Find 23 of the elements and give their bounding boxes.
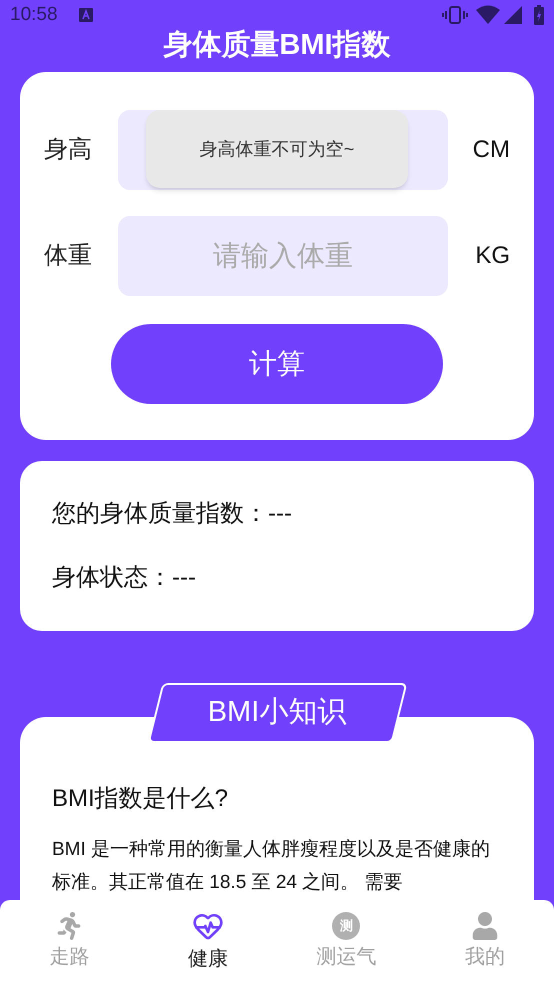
nav-tab[interactable]: 我的: [416, 900, 554, 984]
result-text: 身体状态：---: [52, 563, 197, 593]
battery-icon: [534, 5, 544, 25]
nav-tab[interactable]: 测 测运气: [277, 900, 416, 984]
field-label: 身高: [44, 135, 93, 165]
wifi-icon: [476, 5, 500, 25]
knowledge-heading: BMI指数是什么?: [52, 784, 230, 814]
unit-label: CM: [472, 135, 510, 165]
nav-tab[interactable]: 走路: [0, 900, 138, 984]
signal-icon: [504, 6, 522, 24]
knowledge-paragraph: BMI 是一种常用的衡量人体胖瘦程度以及是否健康的标准。其正常值在 18.5 至 24 之间。 需要: [52, 838, 492, 895]
unit-label: KG: [474, 241, 510, 271]
error-toast: 身高体重不可为空~: [146, 110, 408, 188]
keyboard-icon: [78, 7, 94, 23]
page-title: 身体质量BMI指数: [163, 28, 391, 63]
status-time: 10:58: [10, 2, 58, 27]
vibrate-icon: [442, 6, 468, 24]
calculate-button[interactable]: 计算: [111, 324, 443, 404]
nav-tab[interactable]: 健康: [138, 900, 277, 984]
result-text: 您的身体质量指数：---: [52, 499, 293, 529]
field-label: 体重: [44, 241, 93, 271]
circle-glyph-icon: 测: [332, 912, 360, 940]
input-field[interactable]: 请输入体重: [118, 216, 448, 296]
